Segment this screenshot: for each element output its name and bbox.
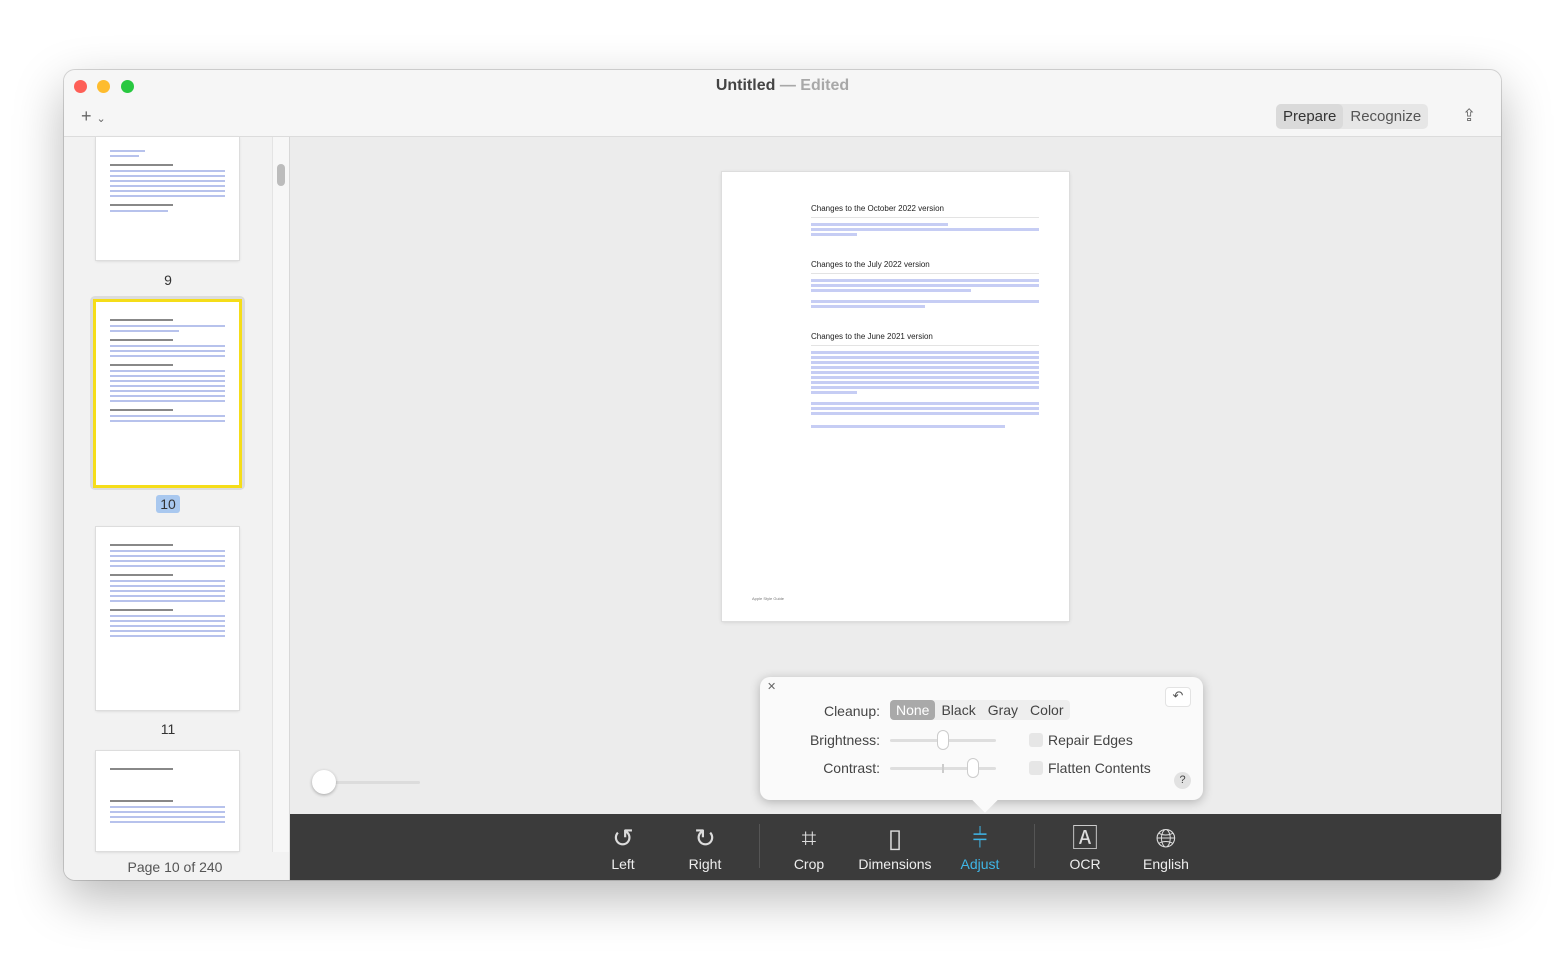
brightness-slider[interactable]: [890, 730, 996, 750]
button-label: OCR: [1069, 856, 1101, 872]
tab-prepare[interactable]: Prepare: [1276, 104, 1344, 129]
dimensions-button[interactable]: ▯ Dimensions: [855, 814, 935, 880]
rotate-right-icon: ↻: [694, 823, 716, 853]
button-label: English: [1143, 856, 1189, 872]
rotate-left-icon: ↺: [612, 823, 634, 853]
cleanup-segmented-control: None Black Gray Color: [890, 700, 1070, 720]
rotate-right-button[interactable]: ↻ Right: [680, 814, 730, 880]
button-label: Crop: [793, 856, 825, 872]
page-footer: Apple Style Guide: [752, 596, 785, 601]
language-button[interactable]: 🌐︎ English: [1136, 814, 1196, 880]
titlebar: Untitled — Edited + ⌄ Prepare Recognize …: [64, 70, 1501, 137]
flatten-contents-checkbox[interactable]: [1029, 761, 1043, 775]
chevron-down-icon: ⌄: [96, 113, 106, 125]
page-number: 10: [156, 495, 180, 513]
add-menu-button[interactable]: + ⌄: [81, 106, 106, 127]
cleanup-gray[interactable]: Gray: [982, 700, 1024, 720]
page-label: 11: [160, 721, 176, 737]
plus-icon: +: [81, 106, 92, 126]
bottom-toolbar: ↺ Left ↻ Right ⌗ Crop ▯ Dimensions ⫩ Adjust 🄰…: [290, 814, 1501, 880]
contrast-slider[interactable]: [890, 758, 996, 778]
button-label: Adjust: [960, 856, 1000, 872]
ocr-button[interactable]: 🄰 OCR: [1060, 814, 1110, 880]
ruler-icon: ▯: [887, 823, 903, 853]
sliders-icon: ⫩: [972, 823, 988, 853]
page-label: 9: [164, 272, 172, 288]
app-window: Untitled — Edited + ⌄ Prepare Recognize …: [64, 70, 1501, 880]
zoom-slider-knob[interactable]: [312, 770, 336, 794]
document-canvas: Changes to the October 2022 version Chan…: [290, 137, 1501, 814]
contrast-knob[interactable]: [967, 758, 980, 778]
contrast-label: Contrast:: [823, 760, 880, 776]
window-title: Untitled — Edited: [715, 77, 850, 94]
repair-edges-checkbox[interactable]: [1029, 733, 1043, 747]
page-thumbnail-9[interactable]: [96, 137, 239, 260]
crop-button[interactable]: ⌗ Crop: [784, 814, 834, 880]
page-count: Page 10 of 240: [64, 857, 286, 877]
adjust-button[interactable]: ⫩ Adjust: [955, 814, 1005, 880]
globe-icon: 🌐︎: [1155, 823, 1177, 853]
button-label: Dimensions: [858, 856, 932, 872]
crop-icon: ⌗: [801, 823, 817, 853]
scrollbar-thumb[interactable]: [277, 164, 285, 186]
section-heading: Changes to the July 2022 version: [811, 260, 1039, 274]
mode-segmented-control: Prepare Recognize: [1276, 104, 1429, 129]
page-label-selected: 10: [64, 495, 272, 513]
rotate-left-button[interactable]: ↺ Left: [598, 814, 648, 880]
cleanup-black[interactable]: Black: [935, 700, 981, 720]
flatten-contents-label: Flatten Contents: [1048, 760, 1151, 776]
document-page: Changes to the October 2022 version Chan…: [722, 172, 1069, 621]
ocr-document-icon: 🄰: [1071, 823, 1098, 853]
page-thumbnails-sidebar: 9 10 11 Page 10 of 240: [64, 137, 290, 880]
tab-recognize[interactable]: Recognize: [1343, 104, 1428, 129]
cleanup-none[interactable]: None: [890, 700, 936, 720]
share-icon[interactable]: ⇪: [1462, 106, 1476, 126]
help-button[interactable]: ?: [1174, 772, 1191, 789]
revert-icon[interactable]: ↶: [1165, 687, 1191, 707]
adjust-popover: ✕ ↶ Cleanup: None Black Gray Color Brigh…: [760, 677, 1203, 813]
cleanup-color[interactable]: Color: [1024, 700, 1069, 720]
brightness-knob[interactable]: [937, 730, 949, 750]
page-thumbnail-11[interactable]: [96, 527, 239, 710]
cleanup-label: Cleanup:: [823, 703, 880, 719]
close-icon[interactable]: ✕: [767, 680, 776, 693]
edited-status: Edited: [800, 77, 850, 94]
page-thumbnail-12[interactable]: [96, 751, 239, 851]
button-label: Right: [688, 856, 722, 872]
sidebar-scrollbar[interactable]: [272, 137, 289, 852]
repair-edges-label: Repair Edges: [1048, 732, 1133, 748]
page-thumbnail-10[interactable]: [96, 302, 239, 485]
brightness-label: Brightness:: [809, 732, 880, 748]
section-heading: Changes to the June 2021 version: [811, 332, 1039, 346]
button-label: Left: [611, 856, 635, 872]
title-text: Untitled: [715, 77, 776, 94]
section-heading: Changes to the October 2022 version: [811, 204, 1039, 218]
